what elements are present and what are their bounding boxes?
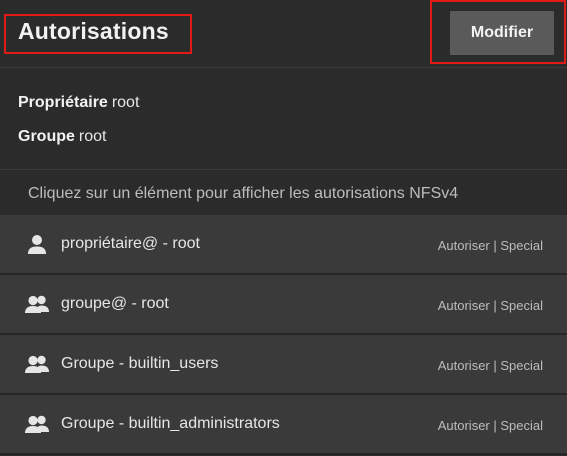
ace-item-builtin-users[interactable]: Groupe - builtin_users Autoriser | Speci… (0, 335, 567, 395)
ace-item-builtin-administrators[interactable]: Groupe - builtin_administrators Autorise… (0, 395, 567, 455)
owner-label: Propriétaire (18, 94, 108, 111)
modify-button[interactable]: Modifier (450, 11, 554, 55)
ace-item-owner[interactable]: propriétaire@ - root Autoriser | Special (0, 215, 567, 275)
ace-list: propriétaire@ - root Autoriser | Special… (0, 215, 567, 455)
ace-item-permission: Autoriser | Special (437, 358, 543, 373)
owner-line: Propriétaire root (18, 94, 139, 112)
group-icon (24, 354, 50, 376)
ace-item-name: Groupe - builtin_administrators (61, 415, 280, 432)
page-title: Autorisations (18, 18, 169, 44)
group-value: root (78, 128, 107, 145)
ace-item-name: propriétaire@ - root (61, 235, 200, 252)
group-line: Groupe root (18, 128, 106, 146)
group-icon (24, 414, 50, 436)
owner-value: root (111, 94, 140, 111)
ace-item-name: groupe@ - root (61, 295, 169, 312)
ace-item-permission: Autoriser | Special (437, 238, 543, 253)
permissions-header: Autorisations Modifier (0, 0, 567, 68)
permissions-panel: Autorisations Modifier Propriétaire root … (0, 0, 567, 456)
ace-item-name: Groupe - builtin_users (61, 355, 219, 372)
ace-item-group[interactable]: groupe@ - root Autoriser | Special (0, 275, 567, 335)
ace-item-permission: Autoriser | Special (437, 298, 543, 313)
group-label: Groupe (18, 128, 75, 145)
owner-section: Propriétaire root Groupe root (0, 69, 567, 170)
ace-item-permission: Autoriser | Special (437, 418, 543, 433)
user-icon (24, 234, 50, 256)
nfsv4-hint-text: Cliquez sur un élément pour afficher les… (28, 185, 459, 202)
group-icon (24, 294, 50, 316)
